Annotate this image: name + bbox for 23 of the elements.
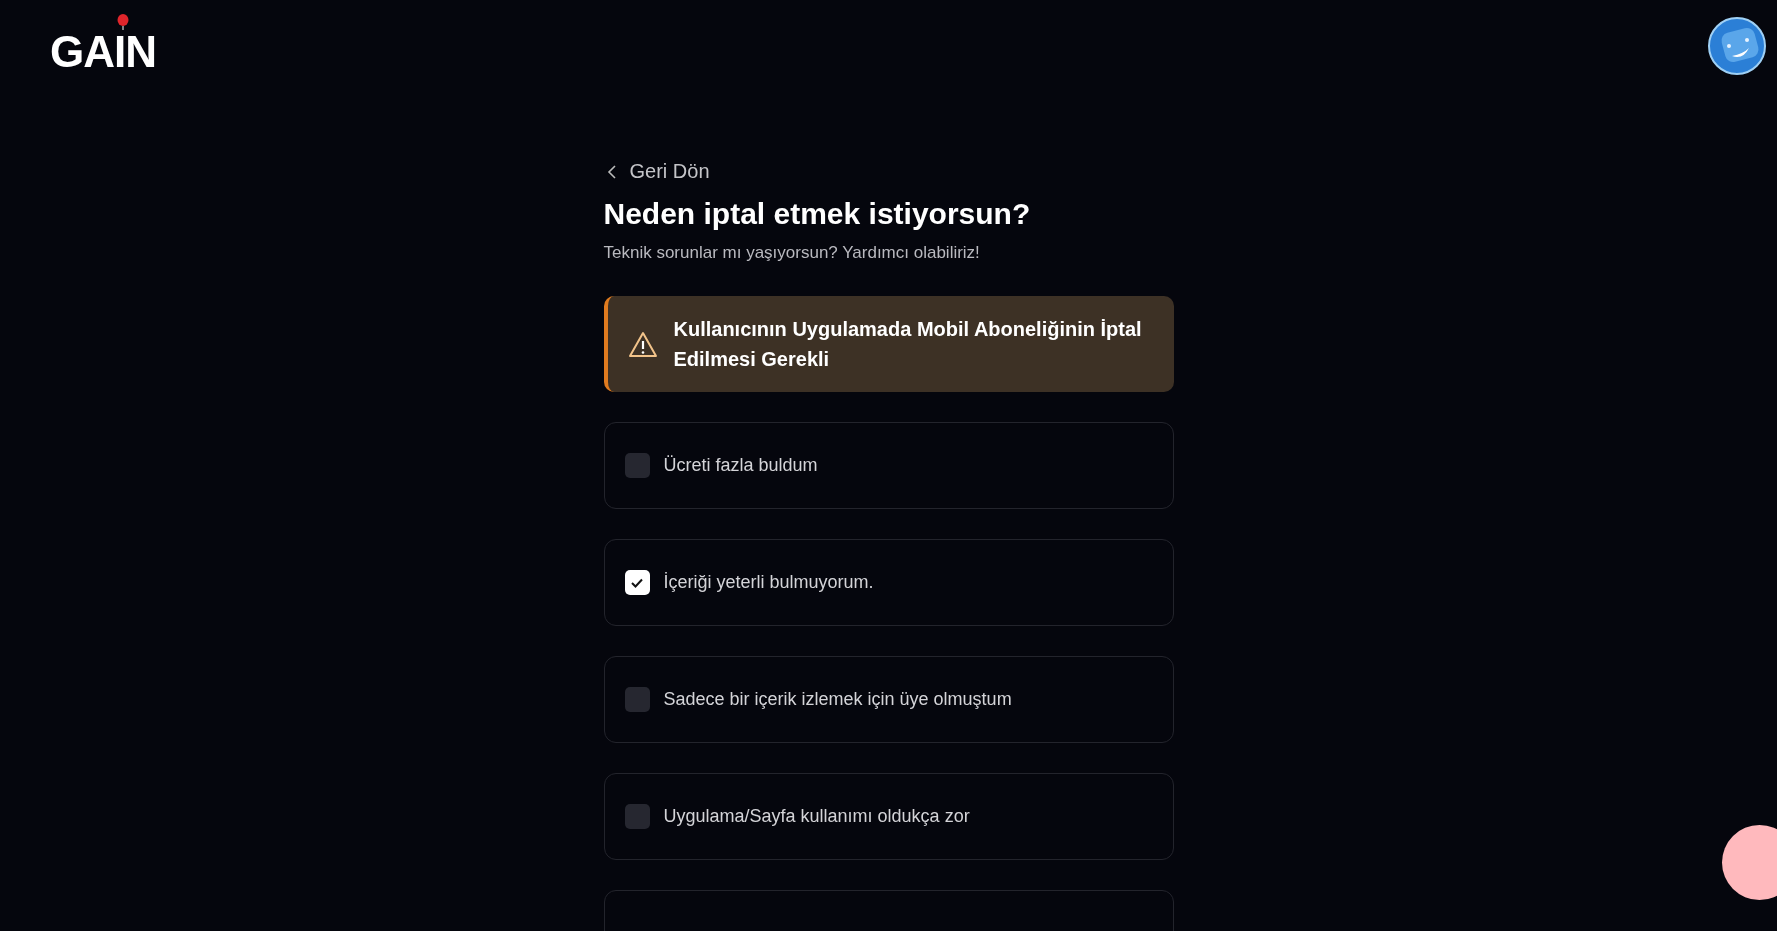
reason-option[interactable]: Sadece bir içerik izlemek için üye olmuştum: [603, 656, 1174, 743]
reason-option[interactable]: Ücreti fazla buldum: [603, 422, 1174, 509]
chevron-left-icon: [605, 163, 618, 180]
checkmark-icon: [630, 576, 644, 589]
option-label: İçeriği yeterli bulmuyorum.: [663, 572, 874, 593]
checkbox[interactable]: [624, 687, 650, 712]
alert-text: Kullanıcının Uygulamada Mobil Aboneliğinin İptal Edilmesi Gerekli: [673, 317, 1143, 372]
checkbox[interactable]: [624, 804, 650, 829]
page-subtitle: Teknik sorunlar mı yaşıyorsun? Yardımcı olabiliriz!: [603, 243, 981, 263]
back-link[interactable]: Geri Dön: [603, 160, 710, 183]
avatar-icon[interactable]: [1707, 16, 1767, 76]
option-label: Ücreti fazla buldum: [663, 455, 818, 476]
option-label: Uygulama/Sayfa kullanımı oldukça zor: [663, 806, 970, 827]
chat-bubble-button[interactable]: [1722, 825, 1777, 900]
reason-option[interactable]: İçeriği yeterli bulmuyorum.: [603, 539, 1174, 626]
balloon-icon: [117, 14, 129, 30]
gain-logo[interactable]: GAIN: [50, 14, 156, 74]
reason-option[interactable]: Uygulama/Sayfa kullanımı oldukça zor: [603, 773, 1174, 860]
page-title: Neden iptal etmek istiyorsun?: [603, 197, 1032, 231]
checkbox[interactable]: [624, 570, 650, 595]
warning-icon: [627, 330, 658, 358]
option-label: Sadece bir içerik izlemek için üye olmuştum: [663, 689, 1012, 710]
checkbox[interactable]: [624, 453, 650, 478]
